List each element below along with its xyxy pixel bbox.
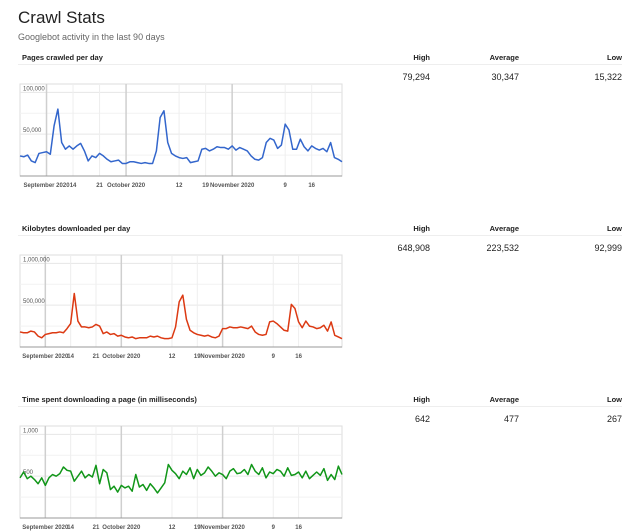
- section-title: Time spent downloading a page (in millis…: [22, 395, 197, 404]
- high-value: 642: [414, 414, 430, 424]
- y-tick-label: 1,000: [23, 428, 39, 434]
- average-value: 477: [503, 414, 519, 424]
- y-tick-label: 500,000: [23, 299, 45, 305]
- x-tick-label: 16: [295, 525, 302, 531]
- x-tick-label: October 2020: [102, 525, 141, 531]
- high-header: High: [413, 395, 430, 404]
- page-title: Crawl Stats: [18, 8, 105, 27]
- average-header: Average: [489, 395, 519, 404]
- divider: [18, 64, 622, 65]
- pages-crawled-chart: 100,000 50,000 September 2020 14 21 October 2…: [19, 83, 343, 189]
- x-tick-label: 12: [169, 354, 176, 360]
- x-tick-label: 21: [93, 525, 100, 531]
- x-tick-label: 16: [308, 183, 315, 189]
- average-header: Average: [489, 53, 519, 62]
- average-value: 223,532: [486, 243, 519, 253]
- x-tick-label: 19: [202, 183, 209, 189]
- x-tick-label: October 2020: [102, 354, 141, 360]
- high-header: High: [413, 53, 430, 62]
- section-title: Pages crawled per day: [22, 53, 103, 62]
- x-tick-label: 21: [93, 354, 100, 360]
- download-time-section: Time spent downloading a page (in millis…: [0, 395, 640, 532]
- kilobytes-downloaded-chart: 1,000,000 500,000 September 202014 21 Octobe…: [19, 254, 343, 360]
- x-tick-label: September 2020: [22, 525, 69, 531]
- high-value: 648,908: [397, 243, 430, 253]
- x-tick-label: 12: [176, 183, 183, 189]
- low-value: 92,999: [594, 243, 622, 253]
- x-tick-label: 9: [284, 183, 288, 189]
- low-header: Low: [607, 53, 622, 62]
- x-tick-label: 12: [169, 525, 176, 531]
- y-tick-label: 1,000,000: [23, 257, 50, 263]
- x-tick-label: November 2020: [200, 354, 245, 360]
- x-tick-label: October 2020: [107, 183, 146, 189]
- page-subtitle: Googlebot activity in the last 90 days: [18, 32, 165, 42]
- y-tick-label: 100,000: [23, 86, 45, 92]
- x-tick-label: 16: [295, 354, 302, 360]
- x-tick-label: 14: [70, 183, 77, 189]
- x-tick-label: September 2020: [24, 183, 71, 189]
- x-tick-label: November 2020: [210, 183, 255, 189]
- divider: [18, 406, 622, 407]
- x-tick-label: 9: [272, 354, 276, 360]
- low-value: 267: [606, 414, 622, 424]
- x-tick-label: September 2020: [22, 354, 69, 360]
- y-tick-label: 50,000: [23, 128, 42, 134]
- x-tick-label: 9: [272, 525, 276, 531]
- high-value: 79,294: [402, 72, 430, 82]
- download-time-chart: 1,000500September 202014 21 October 2020 12…: [19, 425, 343, 531]
- x-tick-label: 14: [67, 354, 74, 360]
- x-tick-label: 14: [67, 525, 74, 531]
- plot-frame: [19, 83, 343, 177]
- average-header: Average: [489, 224, 519, 233]
- section-title: Kilobytes downloaded per day: [22, 224, 131, 233]
- low-value: 15,322: [594, 72, 622, 82]
- low-header: Low: [607, 224, 622, 233]
- kilobytes-downloaded-section: Kilobytes downloaded per day High Averag…: [0, 224, 640, 374]
- plot-frame: [19, 425, 343, 519]
- high-header: High: [413, 224, 430, 233]
- pages-crawled-section: Pages crawled per day High Average Low 7…: [0, 53, 640, 203]
- x-tick-label: 21: [96, 183, 103, 189]
- x-tick-label: November 2020: [200, 525, 245, 531]
- plot-frame: [19, 254, 343, 348]
- average-value: 30,347: [491, 72, 519, 82]
- low-header: Low: [607, 395, 622, 404]
- divider: [18, 235, 622, 236]
